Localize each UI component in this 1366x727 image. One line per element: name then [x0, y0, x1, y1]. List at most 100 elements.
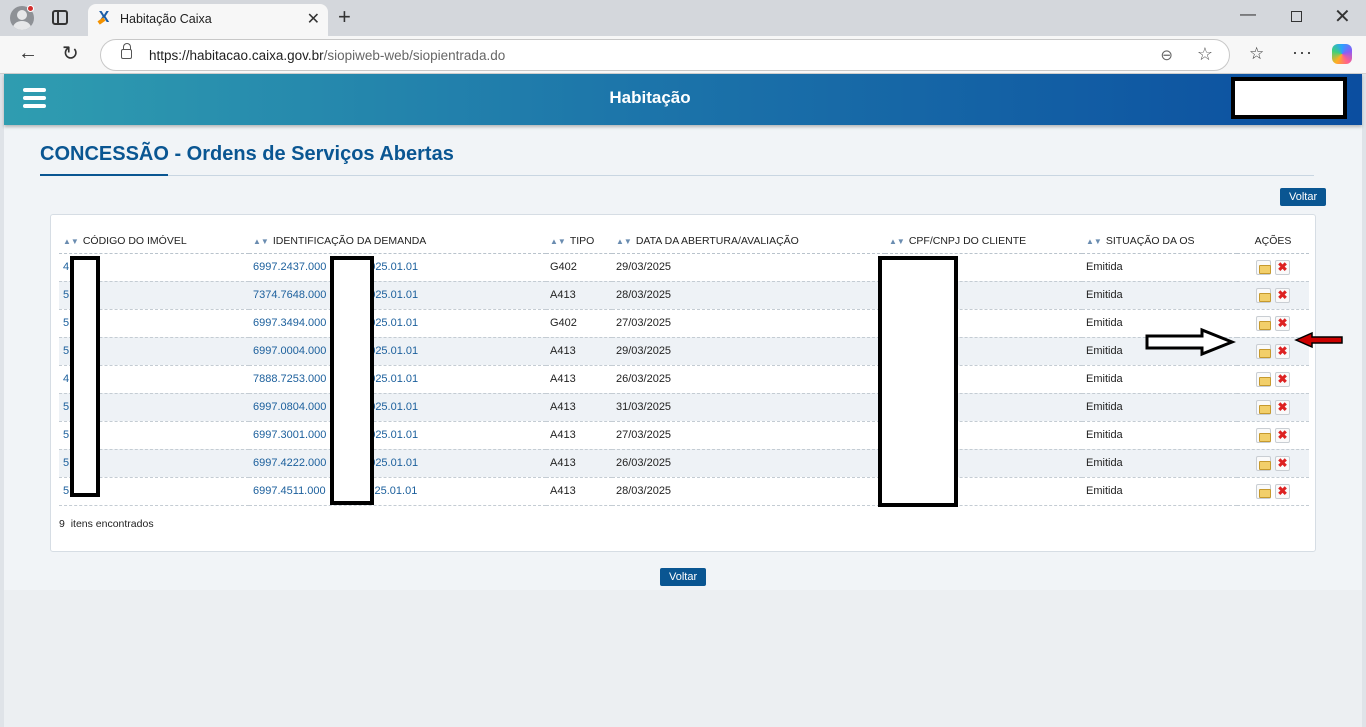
cell-tipo: A413 [546, 365, 612, 394]
delete-icon[interactable]: ✖ [1275, 483, 1290, 499]
open-folder-icon[interactable] [1256, 399, 1271, 415]
cell-situacao: Emitida [1082, 281, 1237, 310]
voltar-button-bottom[interactable]: Voltar [660, 568, 706, 586]
back-icon[interactable]: ← [18, 42, 38, 65]
caixa-favicon-icon: X [96, 10, 112, 26]
cell-acoes: ✖ [1237, 393, 1309, 422]
address-bar: ← ↻ https://habitacao.caixa.gov.br/siopi… [0, 36, 1366, 74]
lock-icon[interactable] [121, 43, 132, 59]
minimize-icon[interactable]: — [1240, 6, 1256, 24]
cell-tipo: A413 [546, 393, 612, 422]
open-folder-icon[interactable] [1256, 287, 1271, 303]
cell-data: 31/03/2025 [612, 393, 885, 422]
open-folder-icon[interactable] [1256, 427, 1271, 443]
copilot-icon[interactable] [1332, 44, 1352, 64]
maximize-icon[interactable] [1291, 11, 1302, 22]
sort-icon[interactable]: ▲▼ [253, 237, 269, 246]
table-row: 5 66997.4511.000 /2025.01.01A41328/03/20… [59, 477, 1309, 506]
cell-tipo: A413 [546, 281, 612, 310]
cell-tipo: A413 [546, 337, 612, 366]
orders-table: ▲▼ CÓDIGO DO IMÓVEL ▲▼ IDENTIFICAÇÃO DA DE… [59, 229, 1309, 506]
more-options-icon[interactable]: ··· [1292, 42, 1313, 63]
cell-data: 28/03/2025 [612, 477, 885, 506]
column-header-data[interactable]: ▲▼ DATA DA ABERTURA/AVALIAÇÃO [612, 229, 885, 254]
cell-demanda[interactable]: 6997.2437.000 /2025.01.01 [249, 253, 546, 282]
sort-icon[interactable]: ▲▼ [616, 237, 632, 246]
column-header-demanda[interactable]: ▲▼ IDENTIFICAÇÃO DA DEMANDA [249, 229, 546, 254]
cell-data: 28/03/2025 [612, 281, 885, 310]
delete-icon[interactable]: ✖ [1275, 287, 1290, 303]
open-folder-icon[interactable] [1256, 455, 1271, 471]
page-title: CONCESSÃO - Ordens de Serviços Abertas [40, 143, 454, 165]
annotation-arrow-icon [1145, 327, 1236, 357]
delete-icon[interactable]: ✖ [1275, 371, 1290, 387]
reload-icon[interactable]: ↻ [62, 41, 79, 66]
favorites-icon[interactable]: ☆ [1249, 44, 1264, 64]
notification-dot-icon [27, 5, 34, 12]
table-row: 5 26997.4222.000 /2025.01.01A41326/03/20… [59, 449, 1309, 478]
column-header-tipo[interactable]: ▲▼ TIPO [546, 229, 612, 254]
delete-icon[interactable]: ✖ [1275, 343, 1290, 359]
delete-icon[interactable]: ✖ [1275, 399, 1290, 415]
red-annotation-arrow-icon [1294, 331, 1343, 349]
redaction-box-cpf [878, 256, 958, 507]
cell-situacao: Emitida [1082, 365, 1237, 394]
delete-icon[interactable]: ✖ [1275, 427, 1290, 443]
url-text[interactable]: https://habitacao.caixa.gov.br/siopiweb-… [149, 48, 505, 63]
column-header-situacao[interactable]: ▲▼ SITUAÇÃO DA OS [1082, 229, 1237, 254]
open-folder-icon[interactable] [1256, 343, 1271, 359]
open-folder-icon[interactable] [1256, 371, 1271, 387]
favorite-star-icon[interactable]: ☆ [1197, 44, 1213, 65]
table-row: 5 76997.3001.000 /2025.01.01A41327/03/20… [59, 421, 1309, 450]
table-row: 4 97888.7253.000 /2025.01.01A41326/03/20… [59, 365, 1309, 394]
cell-acoes: ✖ [1237, 281, 1309, 310]
page-footer-area [4, 590, 1362, 727]
voltar-button-top[interactable]: Voltar [1280, 188, 1326, 206]
cell-demanda[interactable]: 6997.0004.000 /2025.01.01 [249, 337, 546, 366]
sort-icon[interactable]: ▲▼ [889, 237, 905, 246]
cell-demanda[interactable]: 6997.3494.000 /2025.01.01 [249, 309, 546, 338]
sort-icon[interactable]: ▲▼ [550, 237, 566, 246]
cell-tipo: A413 [546, 421, 612, 450]
cell-situacao: Emitida [1082, 449, 1237, 478]
cell-acoes: ✖ [1237, 421, 1309, 450]
cell-tipo: G402 [546, 309, 612, 338]
open-folder-icon[interactable] [1256, 259, 1271, 275]
sort-icon[interactable]: ▲▼ [1086, 237, 1102, 246]
redacted-user-box [1231, 77, 1347, 119]
delete-icon[interactable]: ✖ [1275, 455, 1290, 471]
delete-icon[interactable]: ✖ [1275, 315, 1290, 331]
cell-demanda[interactable]: 6997.4511.000 /2025.01.01 [249, 477, 546, 506]
column-header-acoes: AÇÕES [1237, 229, 1309, 254]
window-close-icon[interactable]: ✕ [1334, 4, 1351, 29]
cell-data: 29/03/2025 [612, 337, 885, 366]
cell-demanda[interactable]: 6997.3001.000 /2025.01.01 [249, 421, 546, 450]
cell-demanda[interactable]: 6997.4222.000 /2025.01.01 [249, 449, 546, 478]
column-header-codigo[interactable]: ▲▼ CÓDIGO DO IMÓVEL [59, 229, 249, 254]
browser-tab[interactable]: X Habitação Caixa ✕ [88, 4, 328, 36]
open-folder-icon[interactable] [1256, 315, 1271, 331]
open-folder-icon[interactable] [1256, 483, 1271, 499]
url-field[interactable]: https://habitacao.caixa.gov.br/siopiweb-… [100, 39, 1230, 71]
zoom-icon[interactable]: ⊖ [1160, 46, 1173, 64]
redaction-box-demanda [330, 256, 374, 505]
cell-demanda[interactable]: 6997.0804.000 /2025.01.01 [249, 393, 546, 422]
title-divider [168, 175, 1314, 176]
page-viewport: Habitação CONCESSÃO - Ordens de Serviços… [4, 74, 1362, 727]
cell-data: 26/03/2025 [612, 365, 885, 394]
cell-data: 26/03/2025 [612, 449, 885, 478]
table-row: 4 76997.2437.000 /2025.01.01G40229/03/20… [59, 253, 1309, 282]
cell-situacao: Emitida [1082, 253, 1237, 282]
delete-icon[interactable]: ✖ [1275, 259, 1290, 275]
cell-acoes: ✖ [1237, 253, 1309, 282]
column-header-cpf[interactable]: ▲▼ CPF/CNPJ DO CLIENTE [885, 229, 1082, 254]
cell-tipo: G402 [546, 253, 612, 282]
close-tab-icon[interactable]: ✕ [307, 9, 320, 29]
results-count: 9 itens encontrados [59, 518, 154, 530]
sort-icon[interactable]: ▲▼ [63, 237, 79, 246]
cell-demanda[interactable]: 7374.7648.000 /2025.01.01 [249, 281, 546, 310]
tab-actions-icon[interactable] [52, 10, 68, 25]
cell-demanda[interactable]: 7888.7253.000 /2025.01.01 [249, 365, 546, 394]
cell-tipo: A413 [546, 477, 612, 506]
new-tab-icon[interactable]: + [338, 4, 351, 30]
